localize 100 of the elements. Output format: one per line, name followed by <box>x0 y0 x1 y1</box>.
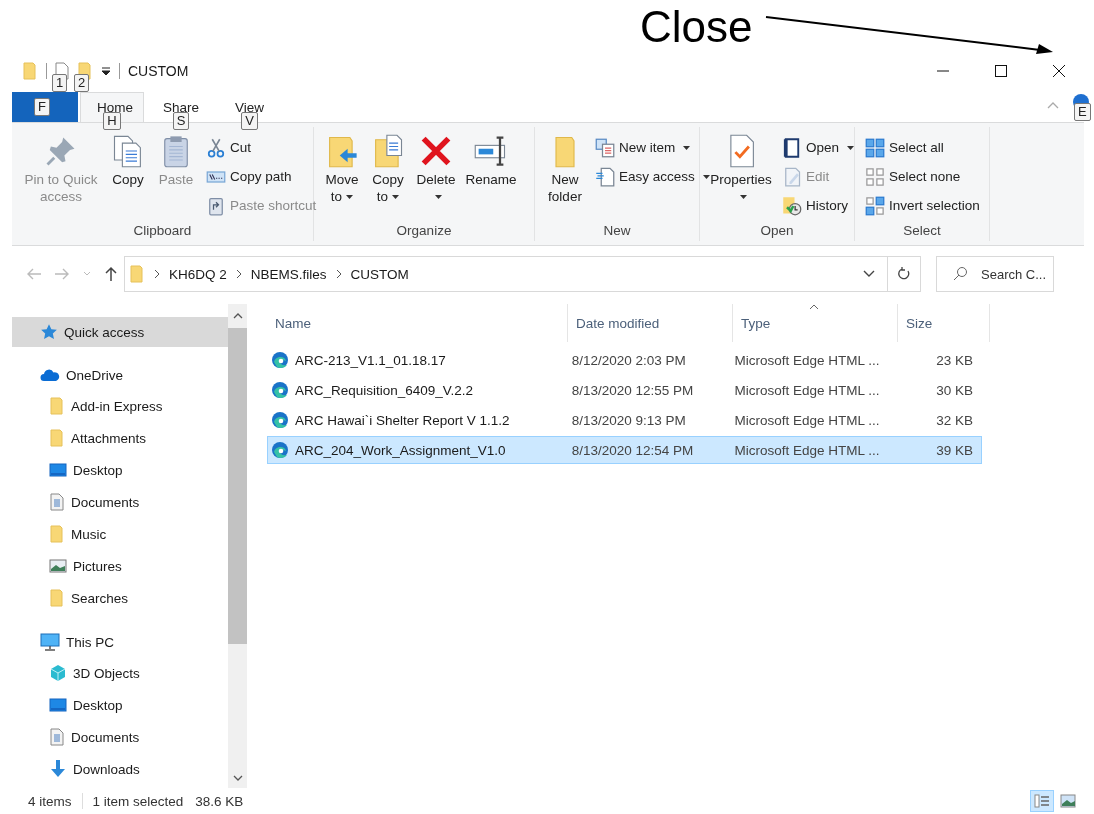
nav-item[interactable]: Documents <box>12 721 228 753</box>
nav-item[interactable]: Add-in Express <box>12 390 228 422</box>
address-bar[interactable]: KH6DQ 2 NBEMS.files CUSTOM <box>124 256 888 292</box>
customize-caret-icon[interactable] <box>101 65 111 77</box>
folder-icon <box>49 429 65 447</box>
table-cell: ARC_204_Work_Assignment_V1.0 <box>295 442 506 458</box>
nav-item[interactable]: Quick access <box>12 317 228 347</box>
breadcrumb[interactable]: CUSTOM <box>350 266 409 282</box>
computer-icon <box>40 633 60 651</box>
chevron-right-icon <box>234 269 243 279</box>
nav-item[interactable]: Downloads <box>12 753 228 785</box>
refresh-icon <box>897 266 911 282</box>
file-row[interactable]: ARC Hawai`i Shelter Report V 1.1.2 8/13/2020 9:13 PM Microsoft Edge HTML ... 32 KB <box>267 406 982 434</box>
column-header[interactable]: Name <box>267 304 568 342</box>
refresh-button[interactable] <box>887 256 921 292</box>
ribbon-button[interactable]: Select none <box>861 162 984 191</box>
table-cell: 8/13/2020 9:13 PM <box>571 412 686 428</box>
table-cell: 8/12/2020 2:03 PM <box>571 352 686 368</box>
breadcrumb[interactable]: NBEMS.files <box>250 266 327 282</box>
folder-icon <box>129 264 145 284</box>
caret-icon <box>346 195 354 200</box>
ribbon-button[interactable]: Select all <box>861 133 984 162</box>
chevron-right-icon <box>153 269 161 279</box>
ribbon-button[interactable]: Cut <box>202 133 321 162</box>
file-row[interactable]: ARC_204_Work_Assignment_V1.0 8/13/2020 12:54 PM Microsoft Edge HTML ... 39 KB <box>267 436 982 464</box>
up-arrow-icon[interactable] <box>104 266 118 282</box>
grid-icon <box>865 137 885 158</box>
table-cell: Microsoft Edge HTML ... <box>734 412 880 428</box>
nav-item[interactable]: Attachments <box>12 422 228 454</box>
file-row[interactable]: ARC-213_V1.1_01.18.17 8/12/2020 2:03 PM Microsoft Edge HTML ... 23 KB <box>267 346 982 374</box>
details-list-icon <box>1034 794 1050 808</box>
selection-size: 38.6 KB <box>195 793 244 809</box>
group-label: Open <box>759 222 795 240</box>
document-icon <box>49 493 65 511</box>
swirl-icon <box>271 441 289 459</box>
monitor-icon <box>49 697 67 713</box>
details-view-button[interactable] <box>1030 790 1054 812</box>
keytip: S <box>172 112 190 130</box>
swirl-icon <box>271 411 289 429</box>
ribbon-button[interactable]: Copy <box>106 129 150 221</box>
caret-icon <box>434 195 442 200</box>
selection-info: 1 item selected <box>92 793 184 809</box>
picture-icon <box>49 558 67 574</box>
scrollbar[interactable] <box>228 304 247 788</box>
column-header[interactable]: Type <box>733 304 898 342</box>
keytip-tooltip: E <box>1074 103 1091 121</box>
collapse-ribbon-icon[interactable] <box>1046 100 1060 110</box>
ribbon-button[interactable]: Move to <box>320 129 364 221</box>
ribbon-button[interactable]: Rename <box>462 129 520 221</box>
ribbon-button[interactable]: Open <box>778 133 859 162</box>
scroll-up-icon[interactable] <box>232 312 243 320</box>
search-field[interactable]: Search C... <box>936 256 1054 292</box>
nav-item[interactable]: Documents <box>12 486 228 518</box>
ribbon-button[interactable]: Delete <box>412 129 460 221</box>
table-cell: 32 KB <box>936 412 973 428</box>
nav-item[interactable]: Desktop <box>12 454 228 486</box>
callout-label: Close <box>640 2 753 52</box>
table-cell: ARC_Requisition_6409_V.2.2 <box>295 382 474 398</box>
file-row[interactable]: ARC_Requisition_6409_V.2.2 8/13/2020 12:55 PM Microsoft Edge HTML ... 30 KB <box>267 376 982 404</box>
folder-icon <box>49 525 65 543</box>
nav-item[interactable]: Desktop <box>12 689 228 721</box>
nav-item[interactable]: Pictures <box>12 550 228 582</box>
breadcrumb[interactable]: KH6DQ 2 <box>169 266 227 282</box>
star-icon <box>40 323 58 341</box>
group-label: Select <box>902 222 942 240</box>
swirl-icon <box>271 351 289 369</box>
nav-item[interactable]: OneDrive <box>12 360 228 390</box>
caret-icon <box>683 145 691 150</box>
folder-icon <box>49 589 65 607</box>
table-cell: ARC-213_V1.1_01.18.17 <box>295 352 446 368</box>
picture-icon <box>1060 794 1076 808</box>
maximize-icon <box>995 65 1007 77</box>
keytip: V <box>241 112 258 130</box>
caret-icon <box>702 174 710 179</box>
ribbon-button[interactable]: Copy to <box>366 129 410 221</box>
ribbon-button[interactable]: Invert selection <box>861 191 984 220</box>
clipboard-icon <box>206 195 226 216</box>
file-tab[interactable]: F <box>12 92 78 122</box>
clock-icon <box>782 195 802 216</box>
group-label: Organize <box>395 222 453 240</box>
table-cell: Microsoft Edge HTML ... <box>734 382 880 398</box>
nav-item[interactable]: Music <box>12 518 228 550</box>
table-cell: 23 KB <box>936 352 973 368</box>
nav-item[interactable]: This PC <box>12 627 228 657</box>
column-header[interactable]: Size <box>898 304 990 342</box>
table-cell: Microsoft Edge HTML ... <box>734 442 880 458</box>
ribbon-button[interactable]: Copy path <box>202 162 321 191</box>
column-header[interactable]: Date modified <box>568 304 733 342</box>
nav-item[interactable]: 3D Objects <box>12 657 228 689</box>
ribbon-button[interactable]: History <box>778 191 859 220</box>
keytip: F <box>34 98 50 116</box>
table-cell: 8/13/2020 12:54 PM <box>571 442 694 458</box>
cube-icon <box>49 664 67 682</box>
scroll-down-icon[interactable] <box>232 774 243 782</box>
item-count: 4 items <box>28 793 72 809</box>
folder-icon <box>22 61 38 81</box>
cloud-icon <box>40 367 60 383</box>
nav-item[interactable]: Searches <box>12 582 228 614</box>
ribbon-button[interactable]: New folder <box>541 129 589 221</box>
chevron-down-icon[interactable] <box>863 270 875 278</box>
